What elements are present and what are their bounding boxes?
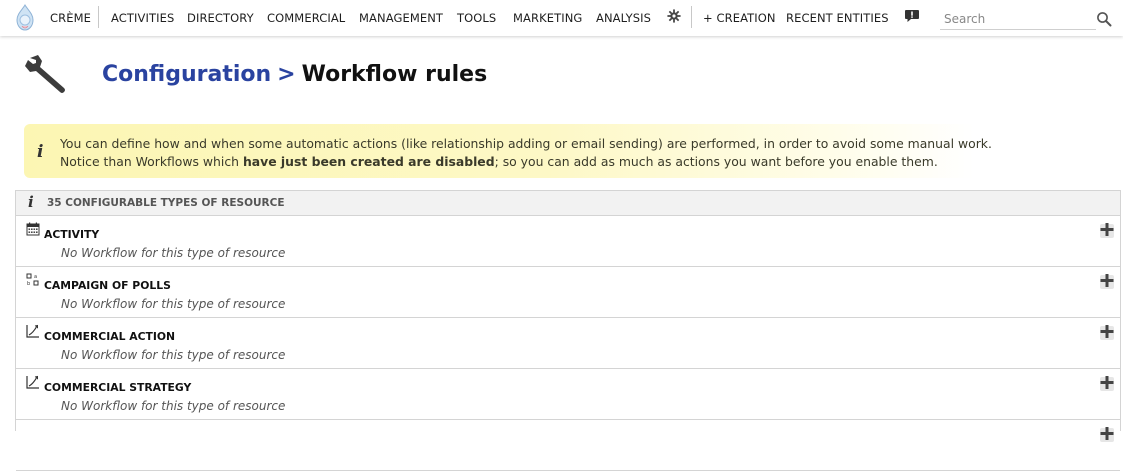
menu-separator (98, 6, 99, 28)
top-menu-bar: CRÈME ACTIVITIES DIRECTORY COMMERCIAL MA… (0, 0, 1123, 36)
breadcrumb-separator: > (277, 62, 296, 87)
resource-row-campaign-of-polls: a b CAMPAIGN OF POLLS No Workflow for th… (16, 267, 1120, 318)
banner-line-2-end: ; so you can add as much as actions you … (494, 154, 938, 169)
add-workflow-button[interactable] (1099, 273, 1115, 289)
chart-line-icon (26, 324, 39, 338)
menu-activities[interactable]: ACTIVITIES (111, 11, 174, 25)
menu-management[interactable]: MANAGEMENT (359, 11, 443, 25)
resource-name: ACTIVITY (44, 228, 100, 241)
resource-types-panel: i 35 Configurable types of resource ACTI… (15, 190, 1121, 471)
info-icon: i (28, 193, 34, 211)
menu-marketing[interactable]: MARKETING (513, 11, 582, 25)
creme-logo-icon[interactable] (12, 4, 38, 32)
resource-row-next (16, 420, 1120, 471)
wrench-icon (25, 55, 65, 93)
add-workflow-button[interactable] (1099, 426, 1115, 442)
panel-header: i 35 Configurable types of resource (16, 191, 1120, 216)
calendar-icon (26, 222, 40, 236)
banner-line-2: Notice than Workflows which have just be… (60, 154, 938, 169)
search-input[interactable] (940, 9, 1096, 30)
menu-commercial[interactable]: COMMERCIAL (267, 11, 345, 25)
resource-name: COMMERCIAL STRATEGY (44, 381, 192, 394)
svg-text:b: b (27, 281, 30, 287)
resource-name: COMMERCIAL ACTION (44, 330, 176, 343)
menu-creation[interactable]: + CREATION (703, 11, 776, 25)
chart-line-icon (26, 375, 39, 389)
resource-row-activity: ACTIVITY No Workflow for this type of re… (16, 216, 1120, 267)
page-title: Configuration > Workflow rules (102, 62, 487, 87)
menu-directory[interactable]: DIRECTORY (187, 11, 254, 25)
resource-row-commercial-action: COMMERCIAL ACTION No Workflow for this t… (16, 318, 1120, 369)
breadcrumb-current: Workflow rules (301, 62, 488, 87)
menu-separator (691, 6, 692, 28)
add-workflow-button[interactable] (1099, 222, 1115, 238)
banner-line-1: You can define how and when some automat… (60, 136, 992, 151)
gear-icon[interactable] (667, 9, 681, 23)
search-icon[interactable] (1096, 11, 1112, 27)
info-icon: i (37, 142, 44, 162)
notification-icon[interactable] (904, 8, 920, 24)
add-workflow-button[interactable] (1099, 324, 1115, 340)
panel-title: 35 Configurable types of resource (47, 197, 285, 209)
resource-empty-message: No Workflow for this type of resource (61, 348, 286, 362)
menu-home[interactable]: CRÈME (50, 11, 91, 25)
poll-icon: a b (26, 273, 39, 287)
resource-row-commercial-strategy: COMMERCIAL STRATEGY No Workflow for this… (16, 369, 1120, 420)
banner-line-2-start: Notice than Workflows which (60, 154, 243, 169)
svg-text:a: a (34, 274, 37, 280)
resource-empty-message: No Workflow for this type of resource (61, 246, 286, 260)
resource-name: CAMPAIGN OF POLLS (44, 279, 171, 292)
menu-tools[interactable]: TOOLS (457, 11, 496, 25)
info-banner: i You can define how and when some autom… (24, 124, 992, 178)
menu-analysis[interactable]: ANALYSIS (596, 11, 651, 25)
resource-empty-message: No Workflow for this type of resource (61, 399, 286, 413)
breadcrumb-configuration-link[interactable]: Configuration (102, 62, 271, 87)
resource-empty-message: No Workflow for this type of resource (61, 297, 286, 311)
menu-recent-entities[interactable]: RECENT ENTITIES (786, 11, 889, 25)
banner-line-2-emphasis: have just been created are disabled (242, 154, 495, 169)
add-workflow-button[interactable] (1099, 375, 1115, 391)
